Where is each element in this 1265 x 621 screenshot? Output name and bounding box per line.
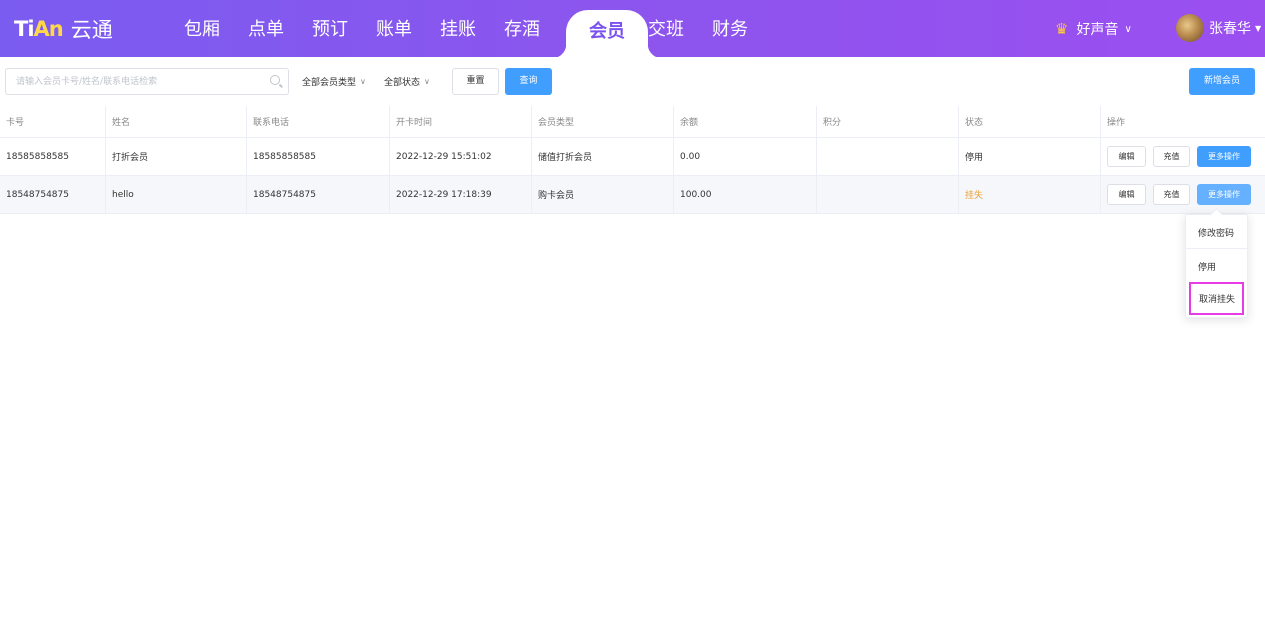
edit-button[interactable]: 编辑 bbox=[1107, 146, 1146, 167]
app-logo: TiAn 云通 bbox=[14, 15, 113, 43]
menu-item-disable[interactable]: 停用 bbox=[1186, 250, 1247, 282]
members-table: 卡号 姓名 联系电话 开卡时间 会员类型 余额 积分 状态 操作 1858585… bbox=[0, 106, 1265, 214]
search-box bbox=[5, 68, 289, 95]
cell-points bbox=[817, 176, 959, 213]
cell-points bbox=[817, 138, 959, 175]
cell-balance: 0.00 bbox=[674, 138, 817, 175]
crown-icon: ♛ bbox=[1055, 20, 1069, 38]
cell-status: 挂失 bbox=[959, 176, 1101, 213]
reset-button[interactable]: 重置 bbox=[452, 68, 499, 95]
cell-open-time: 2022-12-29 15:51:02 bbox=[390, 138, 532, 175]
cell-card-no: 18548754875 bbox=[0, 176, 106, 213]
user-name: 张春华 bbox=[1209, 21, 1251, 37]
chevron-down-icon: ∨ bbox=[424, 77, 430, 86]
user-menu[interactable]: 张春华 ▼ bbox=[1176, 14, 1261, 42]
table-row: 18585858585 打折会员 18585858585 2022-12-29 … bbox=[0, 138, 1265, 176]
cell-phone: 18585858585 bbox=[247, 138, 390, 175]
nav-item-bills[interactable]: 账单 bbox=[362, 0, 426, 57]
nav-item-finance[interactable]: 财务 bbox=[698, 0, 762, 57]
table-row: 18548754875 hello 18548754875 2022-12-29… bbox=[0, 176, 1265, 214]
column-header-actions: 操作 bbox=[1107, 118, 1126, 128]
member-type-select-value: 全部会员类型 bbox=[302, 78, 357, 88]
recharge-button[interactable]: 充值 bbox=[1153, 184, 1190, 205]
cell-actions: 编辑 充值 更多操作 bbox=[1101, 138, 1265, 175]
search-input[interactable] bbox=[6, 69, 256, 95]
cell-balance: 100.00 bbox=[674, 176, 817, 213]
cell-member-type: 储值打折会员 bbox=[532, 138, 674, 175]
nav-item-wine-storage[interactable]: 存酒 bbox=[490, 0, 554, 57]
column-header-points: 积分 bbox=[817, 106, 959, 137]
query-button[interactable]: 查询 bbox=[505, 68, 552, 95]
caret-down-icon: ▼ bbox=[1255, 23, 1262, 33]
column-header-balance: 余额 bbox=[674, 106, 817, 137]
menu-item-cancel-loss-report[interactable]: 取消挂失 bbox=[1189, 282, 1244, 315]
more-actions-dropdown: 修改密码 停用 取消挂失 bbox=[1185, 214, 1248, 318]
column-header-name: 姓名 bbox=[106, 106, 247, 137]
nav-item-reservation[interactable]: 预订 bbox=[298, 0, 362, 57]
cell-card-no: 18585858585 bbox=[0, 138, 106, 175]
cell-name: 打折会员 bbox=[106, 138, 247, 175]
cell-phone: 18548754875 bbox=[247, 176, 390, 213]
cell-member-type: 购卡会员 bbox=[532, 176, 674, 213]
more-actions-button[interactable]: 更多操作 bbox=[1197, 184, 1251, 205]
more-actions-button[interactable]: 更多操作 bbox=[1197, 146, 1251, 167]
chevron-down-icon: ∨ bbox=[1124, 23, 1132, 35]
search-icon[interactable] bbox=[270, 75, 280, 85]
column-header-open-time: 开卡时间 bbox=[390, 106, 532, 137]
top-nav-bar: TiAn 云通 包厢 点单 预订 账单 挂账 存酒 交班 财务 会员 ♛ 好声音… bbox=[0, 0, 1265, 58]
status-select-value: 全部状态 bbox=[384, 78, 421, 88]
cell-status: 停用 bbox=[959, 138, 1101, 175]
chevron-down-icon: ∨ bbox=[360, 77, 366, 86]
column-header-card-no: 卡号 bbox=[0, 106, 106, 137]
logo-mark: TiAn bbox=[14, 17, 64, 41]
nav-item-credit[interactable]: 挂账 bbox=[426, 0, 490, 57]
store-name: 好声音 bbox=[1076, 22, 1119, 38]
avatar bbox=[1176, 14, 1204, 42]
cell-name: hello bbox=[106, 176, 247, 213]
column-header-member-type: 会员类型 bbox=[532, 106, 674, 137]
store-switcher[interactable]: ♛ 好声音 ∨ bbox=[1055, 19, 1132, 39]
main-nav: 包厢 点单 预订 账单 挂账 存酒 交班 财务 bbox=[170, 0, 762, 57]
edit-button[interactable]: 编辑 bbox=[1107, 184, 1146, 205]
status-select[interactable]: 全部状态 ∨ bbox=[384, 75, 430, 88]
nav-item-members[interactable]: 会员 bbox=[566, 10, 648, 50]
column-header-phone: 联系电话 bbox=[247, 106, 390, 137]
member-type-select[interactable]: 全部会员类型 ∨ bbox=[302, 75, 366, 88]
table-header-row: 卡号 姓名 联系电话 开卡时间 会员类型 余额 积分 状态 操作 bbox=[0, 106, 1265, 138]
add-member-button[interactable]: 新增会员 bbox=[1189, 68, 1255, 95]
cell-actions: 编辑 充值 更多操作 bbox=[1101, 176, 1265, 213]
nav-item-order[interactable]: 点单 bbox=[234, 0, 298, 57]
app-name: 云通 bbox=[70, 18, 113, 42]
nav-item-rooms[interactable]: 包厢 bbox=[170, 0, 234, 57]
cell-open-time: 2022-12-29 17:18:39 bbox=[390, 176, 532, 213]
column-header-status: 状态 bbox=[959, 106, 1101, 137]
menu-item-change-password[interactable]: 修改密码 bbox=[1186, 217, 1247, 249]
recharge-button[interactable]: 充值 bbox=[1153, 146, 1190, 167]
